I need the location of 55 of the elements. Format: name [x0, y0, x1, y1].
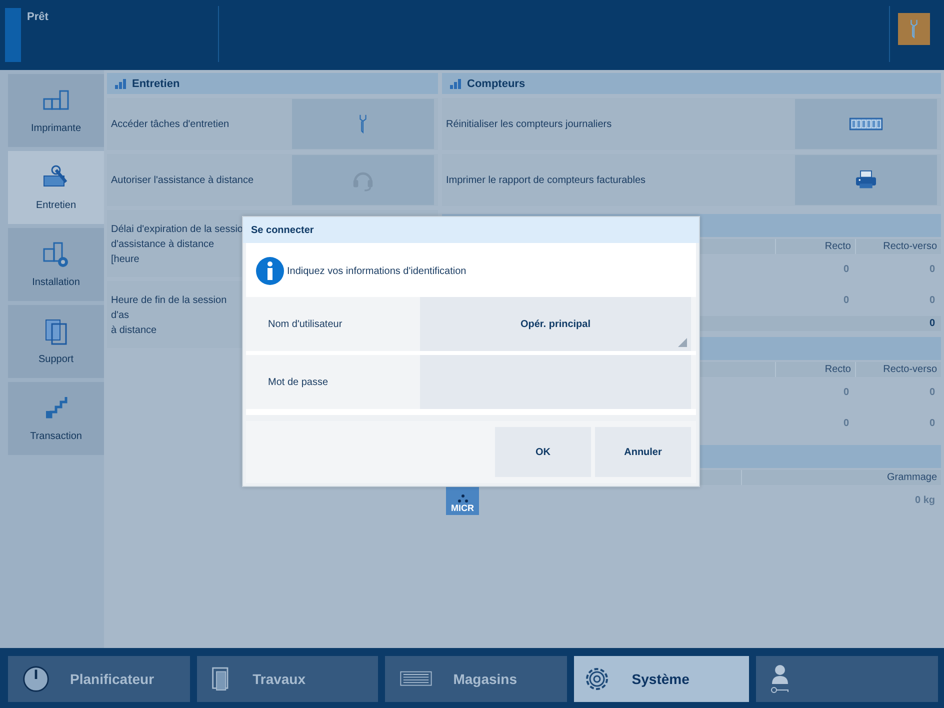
clock-icon [22, 665, 50, 693]
section-bars-icon [450, 78, 462, 88]
setting-label: Imprimer le rapport de compteurs facturables [446, 174, 647, 186]
action-button[interactable] [795, 155, 937, 205]
section-title: Entretien [132, 78, 180, 90]
dropdown-corner-icon [678, 338, 687, 347]
table-cell-text: 0 [928, 417, 936, 431]
setting-label: Heure de fin de la session d'as à distance [111, 294, 228, 338]
nav-tab[interactable] [756, 656, 938, 702]
dialog-button[interactable]: OK [495, 427, 591, 477]
dialog-button[interactable]: Annuler [595, 427, 691, 477]
maintenance-button[interactable] [898, 13, 930, 45]
table-cell-text: 0 [928, 386, 936, 400]
micr-logo: MICR [446, 487, 479, 515]
dialog-title: Se connecter [243, 217, 699, 243]
section-bars-icon [115, 78, 127, 88]
column-header: Recto-verso [855, 239, 941, 254]
sidebar-item[interactable]: Support [8, 305, 104, 378]
column-header: Recto [775, 362, 855, 377]
action-button[interactable] [795, 99, 937, 149]
field-label: Mot de passe [267, 376, 330, 390]
sidebar-item[interactable]: Installation [8, 228, 104, 301]
setting-label: Accéder tâches d'entretien [111, 118, 230, 130]
table-cell-text: 0 [842, 386, 850, 400]
column-header: Recto-verso [855, 362, 941, 377]
sidebar-item[interactable]: Entretien [8, 151, 104, 224]
field-label: Nom d'utilisateur [267, 318, 344, 332]
password-field[interactable] [420, 355, 691, 409]
column-header: Grammage [741, 470, 941, 485]
gear-icon [42, 241, 70, 269]
nav-tab[interactable]: Planificateur [8, 656, 190, 702]
user-key-icon [770, 664, 790, 694]
table-cell-text: 0 [928, 263, 936, 277]
nav-tab[interactable]: Système [574, 656, 750, 702]
sidebar-item[interactable]: Imprimante [8, 74, 104, 147]
nav-tab[interactable]: Magasins [385, 656, 567, 702]
table-cell-text: 0 [928, 294, 936, 308]
table-cell-text: 0 kg [914, 494, 936, 508]
table-cell-text: 0 [842, 263, 850, 277]
setting-label: Réinitialiser les compteurs journaliers [446, 118, 613, 130]
info-icon [255, 256, 285, 286]
username-dropdown[interactable]: Opér. principal [420, 297, 691, 351]
setting-label: Autoriser l'assistance à distance [111, 174, 255, 186]
dialog-message: Indiquez vos informations d'identification [287, 266, 466, 276]
counter-icon [849, 117, 883, 131]
table-cell-text: 0 [842, 294, 850, 308]
setting-label: Délai d'expiration de la sessio d'assistance à distance [heure [111, 223, 243, 267]
status-indicator [5, 8, 21, 62]
sidebar-item[interactable]: Transaction [8, 382, 104, 455]
section-title: Compteurs [467, 78, 526, 90]
table-cell-text: 0 [842, 417, 850, 431]
status-text: Prêt [21, 6, 219, 62]
nav-tab[interactable]: Travaux [196, 656, 378, 702]
column-header: Recto [775, 239, 855, 254]
tray-icon [399, 670, 434, 688]
